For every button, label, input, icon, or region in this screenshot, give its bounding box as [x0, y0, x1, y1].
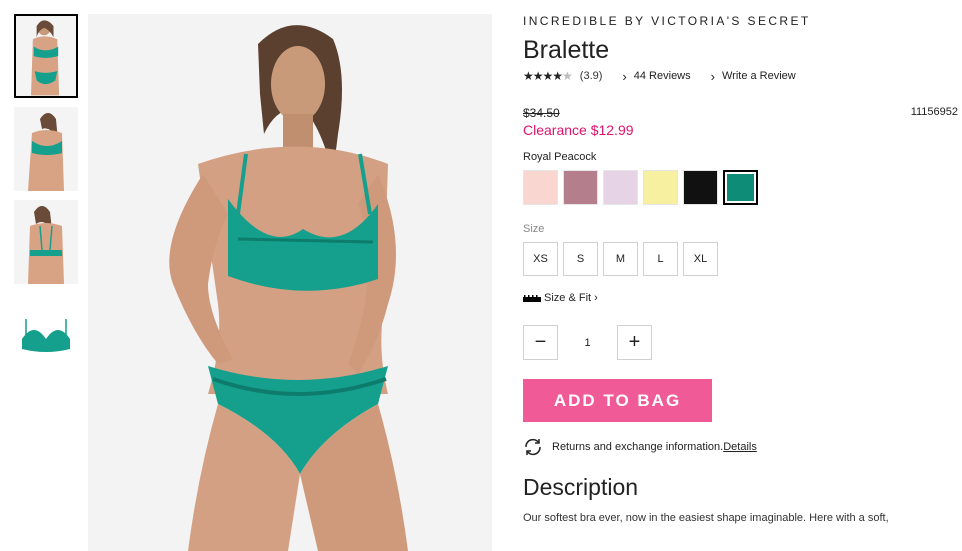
thumbnail-gallery	[14, 14, 78, 386]
chevron-right-icon: ›	[622, 68, 627, 84]
thumbnail-side-view[interactable]	[14, 107, 78, 191]
reviews-link[interactable]: › 44 Reviews	[622, 69, 690, 84]
price-row: $34.50 Clearance $12.99 11156952	[523, 106, 959, 138]
stars-filled: ★★★★	[523, 69, 563, 83]
model-image	[88, 14, 492, 551]
rating-row: ★★★★★ (3.9) › 44 Reviews › Write a Revie…	[523, 69, 959, 84]
thumbnail-product-only[interactable]	[14, 293, 78, 377]
decrease-quantity-button[interactable]: −	[523, 325, 558, 360]
size-label: Size	[523, 223, 545, 235]
exchange-cycle-icon	[525, 438, 541, 456]
returns-details-link[interactable]: Details	[723, 441, 757, 453]
size-options: XS S M L XL	[523, 242, 959, 276]
thumbnail-back-view[interactable]	[14, 200, 78, 284]
chevron-right-icon: ›	[710, 68, 715, 84]
thumbnail-image	[14, 200, 78, 284]
color-swatch-royal-peacock[interactable]	[723, 170, 758, 205]
original-price: $34.50	[523, 106, 560, 120]
color-swatch-yellow[interactable]	[643, 170, 678, 205]
color-swatch-mauve[interactable]	[563, 170, 598, 205]
quantity-value[interactable]: 1	[558, 337, 617, 349]
description-title: Description	[523, 474, 639, 500]
color-swatch-black[interactable]	[683, 170, 718, 205]
size-button-l[interactable]: L	[643, 242, 678, 276]
product-title: Bralette	[523, 36, 610, 64]
write-review-link[interactable]: › Write a Review	[711, 69, 796, 84]
color-swatch-pink[interactable]	[523, 170, 558, 205]
minus-icon: −	[534, 331, 547, 353]
selected-color-name: Royal Peacock	[523, 151, 597, 163]
write-review-label: Write a Review	[721, 70, 796, 82]
thumbnail-front-view[interactable]	[14, 14, 78, 98]
size-fit-link[interactable]: Size & Fit ›	[523, 292, 959, 304]
rating-value: (3.9)	[579, 70, 603, 82]
description-text: Our softest bra ever, now in the easiest…	[523, 512, 889, 524]
product-sku: 11156952	[910, 106, 958, 118]
size-button-xs[interactable]: XS	[523, 242, 558, 276]
main-product-image[interactable]	[88, 14, 492, 551]
returns-text: Returns and exchange information.	[552, 441, 724, 453]
sale-price: Clearance $12.99	[523, 122, 634, 138]
ruler-icon	[523, 294, 541, 302]
brand-name: INCREDIBLE BY VICTORIA'S SECRET	[523, 14, 811, 28]
color-swatch-lilac[interactable]	[603, 170, 638, 205]
stars-empty: ★	[562, 69, 573, 83]
thumbnail-image	[16, 16, 76, 96]
reviews-link-label: 44 Reviews	[633, 70, 691, 82]
thumbnail-image	[14, 107, 78, 191]
star-rating: ★★★★★	[523, 69, 573, 83]
plus-icon: +	[628, 331, 641, 353]
thumbnail-image	[14, 293, 78, 377]
size-button-xl[interactable]: XL	[683, 242, 718, 276]
quantity-stepper: − 1 +	[523, 325, 959, 360]
size-button-m[interactable]: M	[603, 242, 638, 276]
increase-quantity-button[interactable]: +	[617, 325, 652, 360]
size-fit-label: Size & Fit	[544, 292, 592, 304]
color-swatches	[523, 170, 959, 205]
chevron-right-icon: ›	[594, 292, 598, 304]
returns-info: Returns and exchange information. Detail…	[523, 438, 959, 456]
product-details: INCREDIBLE BY VICTORIA'S SECRET Bralette…	[523, 14, 959, 526]
size-button-s[interactable]: S	[563, 242, 598, 276]
add-to-bag-button[interactable]: ADD TO BAG	[523, 379, 712, 422]
